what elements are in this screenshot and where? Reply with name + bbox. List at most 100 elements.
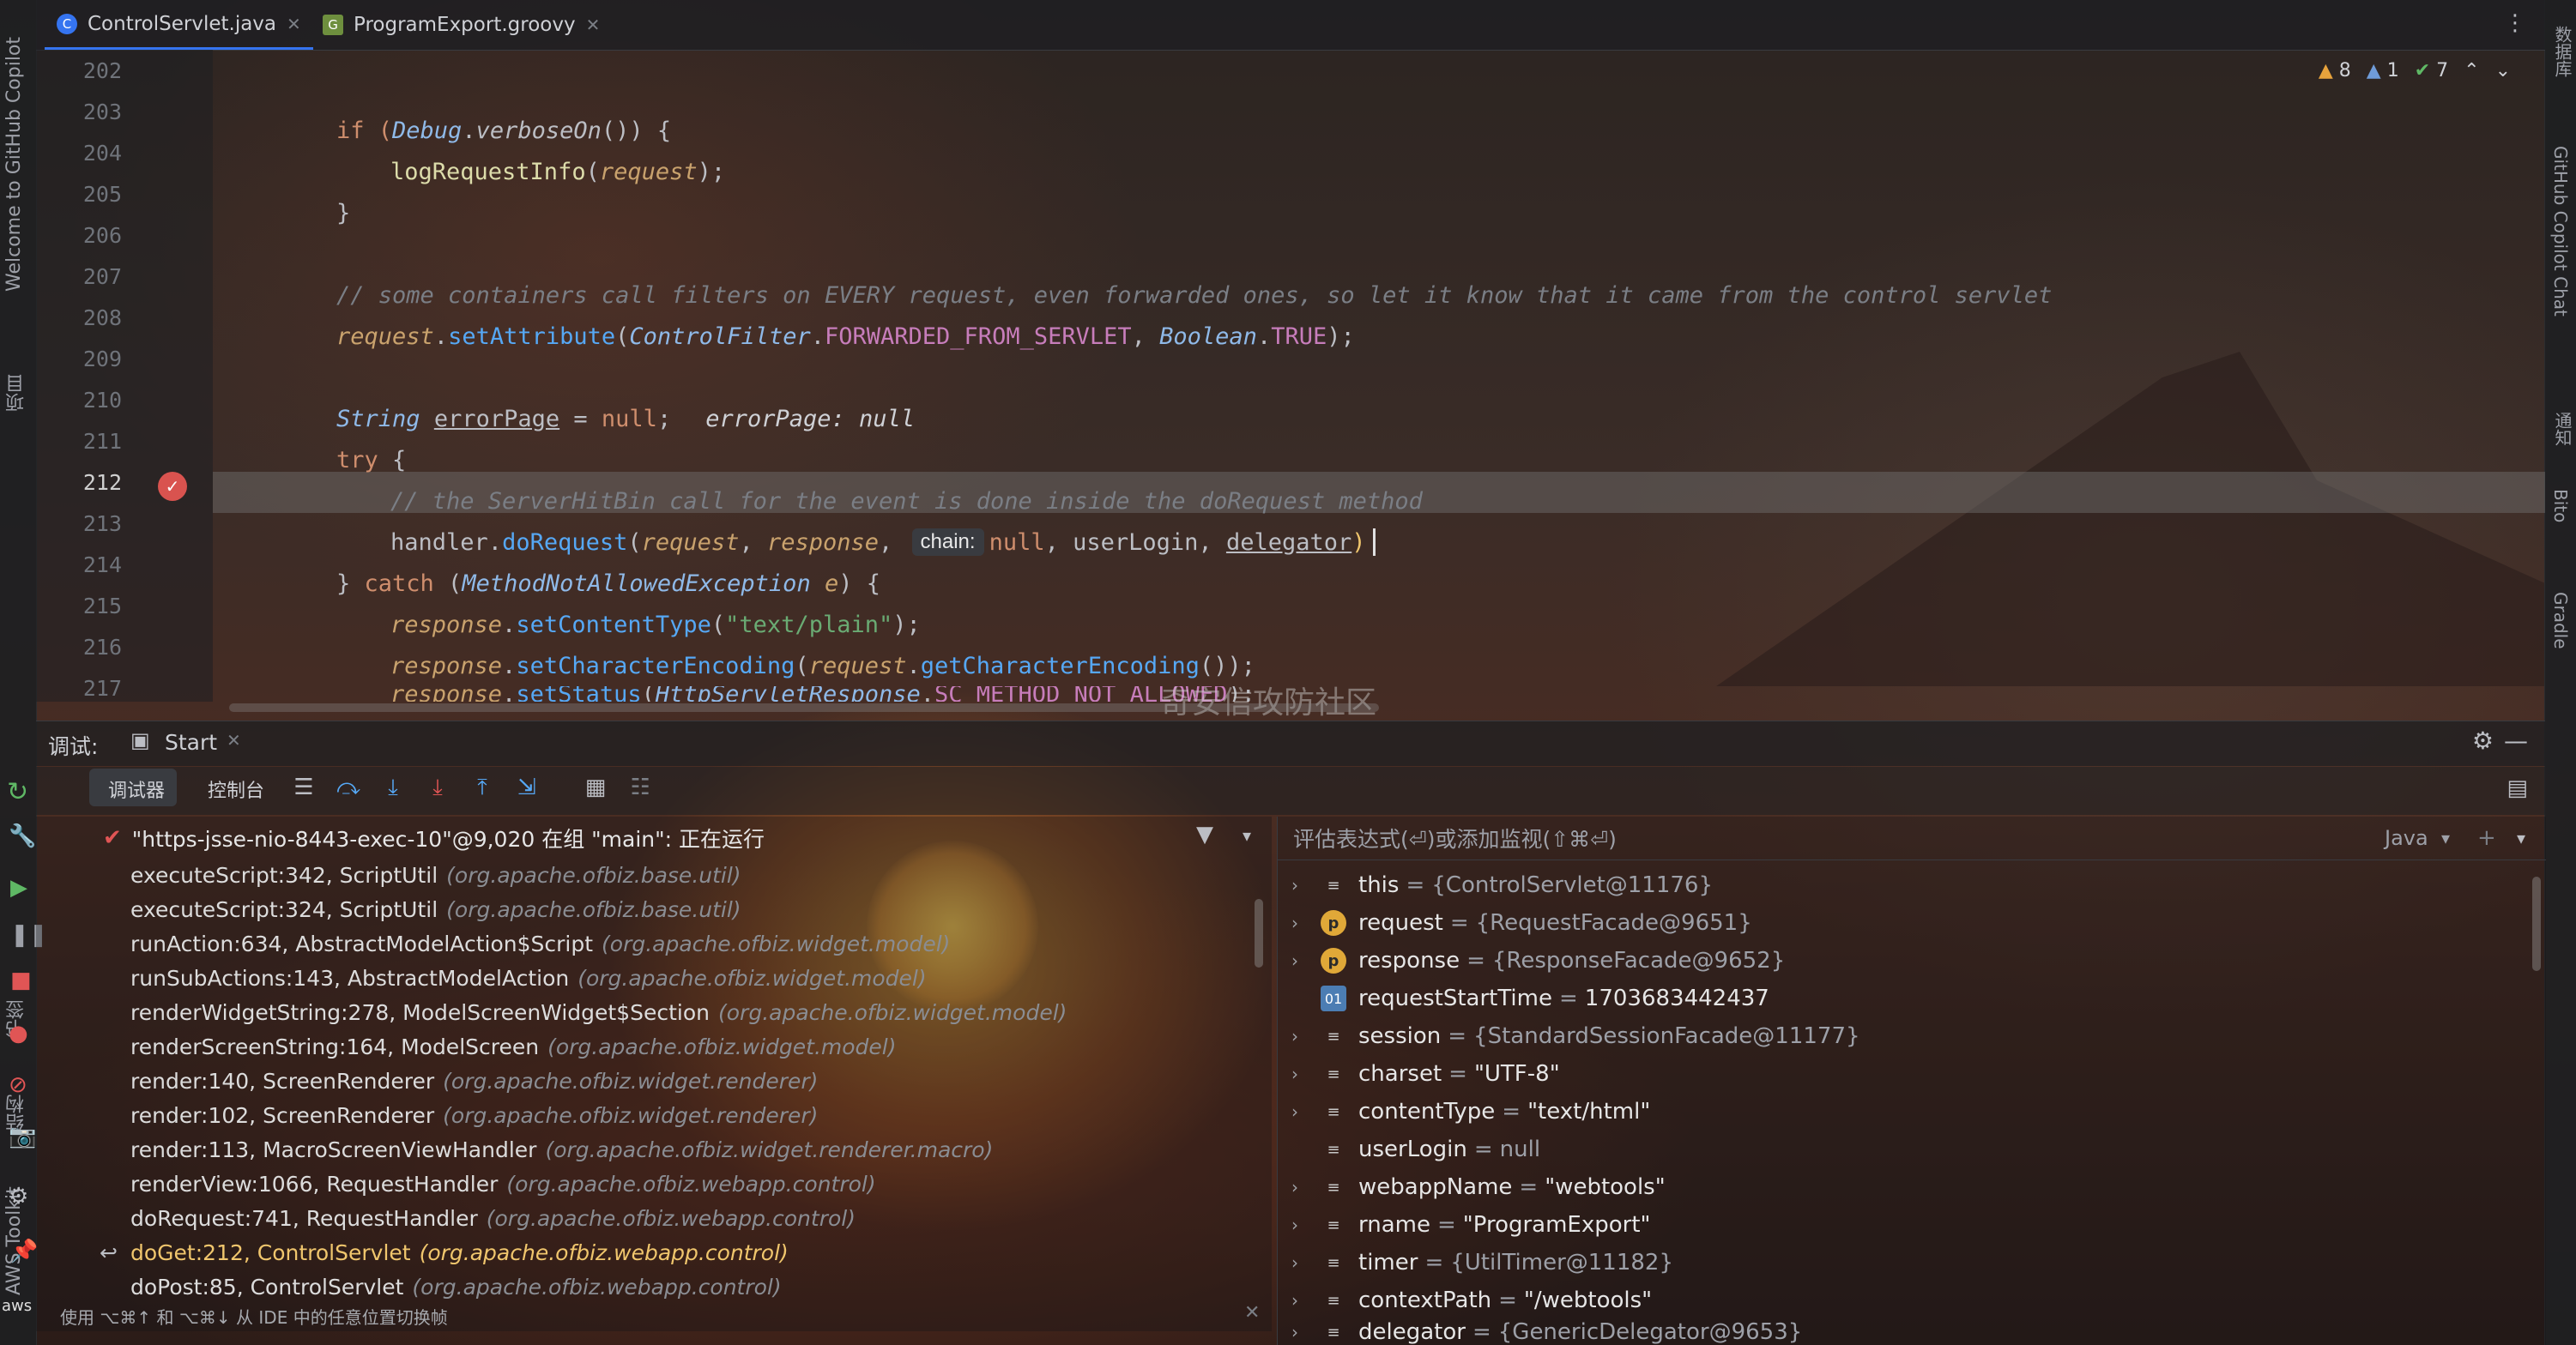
step-over-icon[interactable]: ⤼	[335, 774, 362, 801]
close-session-icon[interactable]: ✕	[227, 730, 241, 751]
tab-console[interactable]: 控制台	[208, 775, 264, 803]
settings-gear-icon[interactable]: ⚙	[2472, 727, 2494, 755]
close-tab-icon[interactable]: ✕	[586, 15, 601, 35]
code-line-202: if (Debug. verboseOn()) {	[336, 117, 672, 144]
variable-row[interactable]: › ≡ charset = "UTF-8"	[1278, 1055, 2546, 1093]
object-icon: ≡	[1327, 1291, 1340, 1310]
variable-row[interactable]: › ≡ delegator = {GenericDelegator@9653}	[1278, 1319, 2546, 1345]
inspection-widget[interactable]: ▲ 8 ▲ 1 ✔ 7 ⌃ ⌄	[2319, 60, 2511, 81]
bito-tool-window[interactable]: Bito	[2550, 489, 2571, 558]
pin-icon[interactable]: 📌	[10, 1239, 38, 1264]
mute-breakpoints-icon[interactable]: ⊘	[9, 1072, 27, 1098]
variable-row[interactable]: 01 requestStartTime = 1703683442437	[1278, 980, 2546, 1017]
copilot-tool-window[interactable]: Welcome to GitHub Copilot	[3, 17, 25, 292]
warning-icon: ▲	[2318, 60, 2333, 81]
frame-switch-hint: 使用 ⌥⌘↑ 和 ⌥⌘↓ 从 IDE 中的任意位置切换帧	[60, 1307, 448, 1328]
stack-frame[interactable]: runSubActions:143, AbstractModelAction (o…	[36, 961, 1272, 995]
evaluate-expression-field[interactable]: 评估表达式(⏎)或添加监视(⇧⌘⏎) Java ▾ + ▾	[1278, 817, 2546, 860]
menu-icon[interactable]: ☰	[290, 774, 317, 801]
variable-row[interactable]: › p response = {ResponseFacade@9652}	[1278, 942, 2546, 980]
chevron-down-icon[interactable]: ▾	[2517, 828, 2525, 848]
language-selector[interactable]: Java	[2385, 826, 2428, 850]
evaluate-expression-icon[interactable]: ▦	[582, 774, 609, 801]
object-icon: ≡	[1327, 1065, 1340, 1083]
variable-row[interactable]: › ≡ contentType = "text/html"	[1278, 1093, 2546, 1131]
code-line-214: response. setContentType("text/plain");	[390, 611, 921, 638]
run-to-cursor-icon[interactable]: ⇲	[513, 774, 541, 801]
force-step-into-icon[interactable]: ⤓	[424, 774, 451, 801]
stack-frame[interactable]: render:140, ScreenRenderer (org.apache.of…	[36, 1064, 1272, 1098]
expand-arrow-icon: ›	[1291, 1177, 1298, 1197]
view-breakpoints-icon[interactable]: ●	[9, 1021, 28, 1046]
variable-row[interactable]: › ≡ rname = "ProgramExport"	[1278, 1206, 2546, 1244]
chevron-up-icon[interactable]: ⌃	[2464, 60, 2479, 81]
line-number: 205	[82, 182, 122, 207]
stack-frame[interactable]: runAction:634, AbstractModelAction$Scrip…	[36, 926, 1272, 961]
close-tab-icon[interactable]: ✕	[287, 14, 301, 34]
expand-arrow-icon: ›	[1291, 913, 1298, 933]
rerun-icon[interactable]: ↻	[7, 777, 28, 807]
filter-icon[interactable]: ▼	[1196, 822, 1213, 847]
stack-frame[interactable]: doRequest:741, RequestHandler (org.apache…	[36, 1201, 1272, 1235]
add-watch-icon[interactable]: +	[2477, 825, 2496, 851]
variable-row[interactable]: › ≡ timer = {UtilTimer@11182}	[1278, 1244, 2546, 1282]
horizontal-scrollbar[interactable]	[229, 703, 1379, 712]
line-number: 216	[82, 635, 122, 660]
camera-icon[interactable]: 📷	[9, 1124, 36, 1149]
code-editor[interactable]: 202 203 204 205 206 207 208 209 210 211 …	[36, 50, 2545, 721]
tab-debugger[interactable]: 调试器	[108, 775, 165, 803]
code-line-210: try {	[336, 446, 407, 473]
stop-icon[interactable]: ■	[10, 968, 32, 993]
copilot-chat-tool-window[interactable]: GitHub Copilot Chat	[2550, 146, 2571, 369]
stack-frame[interactable]: render:113, MacroScreenViewHandler (org.a…	[36, 1132, 1272, 1167]
frames-scrollbar[interactable]	[1255, 899, 1263, 968]
object-icon: ≡	[1327, 1102, 1340, 1121]
stack-frame[interactable]: renderScreenString:164, ModelScreen (org.…	[36, 1029, 1272, 1064]
variables-scrollbar[interactable]	[2532, 877, 2541, 971]
parameter-icon: p	[1321, 910, 1346, 936]
variable-row[interactable]: › ≡ this = {ControlServlet@11176}	[1278, 866, 2546, 904]
breakpoint-icon[interactable]: ✓	[158, 472, 187, 501]
resume-icon[interactable]: ▶	[10, 875, 27, 901]
tab-programexport[interactable]: G ProgramExport.groovy ✕	[311, 0, 612, 50]
stack-frame[interactable]: renderWidgetString:278, ModelScreenWidge…	[36, 995, 1272, 1029]
more-options-icon[interactable]: ⋮	[2504, 10, 2526, 36]
weak-warning-icon: ▲	[2366, 60, 2381, 81]
layout-icon[interactable]: ▤	[2506, 775, 2528, 801]
minimize-icon[interactable]: —	[2504, 727, 2528, 755]
stack-frame-selected[interactable]: ↩ doGet:212, ControlServlet (org.apache.of…	[36, 1235, 1272, 1270]
left-tool-strip: Welcome to GitHub Copilot 项目 书签 结构 AWS T…	[0, 0, 48, 1345]
close-hint-icon[interactable]: ✕	[1244, 1302, 1260, 1324]
chevron-down-icon[interactable]: ▾	[1243, 825, 1251, 846]
stack-frame[interactable]: render:102, ScreenRenderer (org.apache.of…	[36, 1098, 1272, 1132]
variable-row[interactable]: › ≡ contextPath = "/webtools"	[1278, 1282, 2546, 1319]
variable-row[interactable]: › ≡ session = {StandardSessionFacade@11177}	[1278, 1017, 2546, 1055]
notifications-tool-window[interactable]: 通知	[2550, 412, 2575, 463]
step-out-icon[interactable]: ⤒	[469, 774, 496, 801]
stack-frame[interactable]: renderView:1066, RequestHandler (org.apac…	[36, 1167, 1272, 1201]
step-into-icon[interactable]: ⤓	[379, 774, 407, 801]
stack-frame[interactable]: doPost:85, ControlServlet (org.apache.ofb…	[36, 1270, 1272, 1304]
object-icon: ≡	[1327, 1027, 1340, 1046]
database-tool-window[interactable]: 数据库	[2550, 26, 2575, 94]
check-icon: ✔	[2414, 60, 2431, 81]
settings-gear-icon[interactable]: ⚙	[9, 1184, 28, 1209]
wrench-icon[interactable]: 🔧	[9, 823, 36, 849]
thread-selector[interactable]: ✔ "https-jsse-nio-8443-exec-10"@9,020 在组…	[36, 817, 1272, 859]
stack-frame[interactable]: executeScript:342, ScriptUtil (org.apache…	[36, 858, 1272, 892]
trace-stream-icon[interactable]: ☷	[626, 774, 654, 801]
variable-row[interactable]: ≡ userLogin = null	[1278, 1131, 2546, 1168]
code-line-215: response. setCharacterEncoding(request. ge…	[390, 652, 1255, 679]
return-arrow-icon: ↩	[100, 1239, 118, 1265]
chevron-down-icon[interactable]: ⌄	[2495, 60, 2511, 81]
variable-row[interactable]: › p request = {RequestFacade@9651}	[1278, 904, 2546, 942]
stack-frame[interactable]: executeScript:324, ScriptUtil (org.apache…	[36, 892, 1272, 926]
expand-arrow-icon: ›	[1291, 1101, 1298, 1122]
tab-controlservlet[interactable]: C ControlServlet.java ✕	[45, 0, 313, 50]
session-tab-start[interactable]: Start	[165, 730, 217, 755]
project-tool-window[interactable]: 项目	[3, 343, 31, 412]
gradle-tool-window[interactable]: Gradle	[2550, 592, 2571, 678]
object-icon: ≡	[1327, 1140, 1340, 1159]
line-number: 217	[82, 676, 122, 701]
variable-row[interactable]: › ≡ webappName = "webtools"	[1278, 1168, 2546, 1206]
